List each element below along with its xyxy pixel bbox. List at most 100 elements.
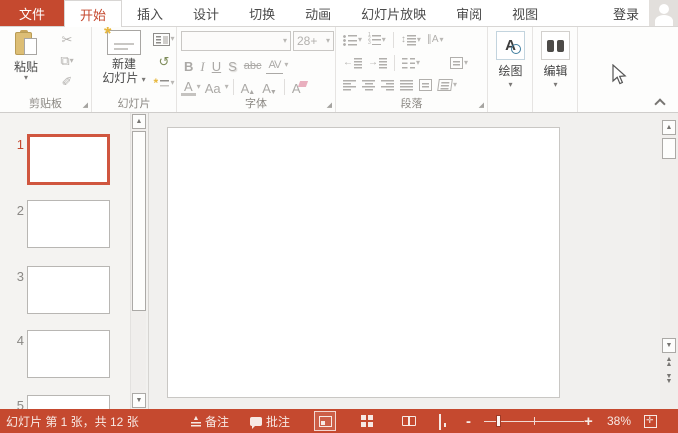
reading-view-button[interactable]	[398, 411, 420, 431]
scrollbar-thumb[interactable]	[662, 138, 676, 159]
new-slide-caret[interactable]: ▾	[142, 75, 146, 84]
zoom-percentage[interactable]: 38%	[602, 409, 636, 433]
drawing-group: A 绘图 ▾	[488, 27, 533, 112]
tab-file[interactable]: 文件	[0, 0, 65, 26]
italic-button[interactable]: I	[197, 56, 207, 74]
tab-insert[interactable]: 插入	[122, 0, 178, 26]
decrease-font-size-button[interactable]: A ▼	[259, 78, 280, 96]
slide-thumbnail-3[interactable]	[27, 266, 110, 314]
paragraph-dialog-launcher[interactable]: ◢	[479, 102, 484, 109]
decrease-indent-button[interactable]: ←	[341, 57, 364, 70]
reset-slide-button[interactable]: ↺	[159, 52, 170, 70]
line-spacing-button[interactable]: ↕ ▾	[399, 34, 423, 47]
tab-animations[interactable]: 动画	[290, 0, 346, 26]
editing-button[interactable]: 编辑 ▾	[538, 31, 573, 89]
increase-indent-button[interactable]: →	[366, 57, 389, 70]
align-text-button[interactable]: ▾	[448, 56, 470, 70]
zoom-in-button[interactable]: +	[584, 409, 593, 433]
slide-thumbnail-2[interactable]	[27, 200, 110, 248]
fit-window-icon	[644, 414, 657, 428]
justify-button[interactable]	[398, 79, 415, 92]
new-slide-button[interactable]: * 新建 幻灯片 ▾	[98, 24, 150, 85]
columns-button[interactable]: ▾	[400, 57, 422, 70]
slide-sorter-button[interactable]	[356, 411, 378, 431]
bold-button[interactable]: B	[181, 56, 196, 74]
slide-number: 2	[16, 203, 24, 218]
canvas-scrollbar[interactable]: ▲ ▼ ▲ ▲ ▼ ▼	[660, 113, 678, 409]
bullets-button[interactable]: ▾	[341, 34, 364, 47]
align-left-button[interactable]	[341, 79, 358, 92]
slide-thumbnail-4[interactable]	[27, 330, 110, 378]
tab-design[interactable]: 设计	[178, 0, 234, 26]
slide-thumbnail-1[interactable]	[27, 134, 110, 185]
increase-font-size-button[interactable]: A ▲	[238, 78, 259, 96]
strikethrough-button[interactable]: abc	[241, 56, 265, 74]
numbering-button[interactable]: 1 2 3 ▾	[366, 33, 388, 46]
slide-number: 4	[16, 333, 24, 348]
user-avatar-icon[interactable]	[649, 0, 678, 26]
slide-canvas[interactable]	[167, 127, 560, 398]
tab-transitions[interactable]: 切换	[234, 0, 290, 26]
font-color-button[interactable]: A	[181, 78, 196, 96]
change-case-caret[interactable]: ▾	[225, 83, 229, 91]
paste-button[interactable]: 粘贴 ▾	[7, 30, 45, 82]
smartart-icon	[437, 79, 453, 91]
layout-button[interactable]: ▾	[153, 30, 175, 48]
character-spacing-button[interactable]: AV	[265, 56, 284, 74]
previous-slide-button[interactable]: ▲ ▲	[663, 356, 675, 367]
text-shadow-button[interactable]: S	[225, 56, 240, 74]
zoom-slider[interactable]	[484, 409, 584, 433]
cut-button[interactable]: ✂	[50, 31, 84, 49]
paste-dropdown-caret[interactable]: ▾	[24, 74, 28, 82]
change-case-button[interactable]: Aa	[202, 78, 224, 96]
editing-caret[interactable]: ▾	[553, 81, 557, 89]
text-direction-button[interactable]: ∥A ▾	[425, 34, 446, 46]
slides-group: * 新建 幻灯片 ▾ ▾ ↺ ▾ 幻灯片	[92, 24, 177, 112]
convert-smartart-button[interactable]: ▾	[436, 78, 459, 92]
next-slide-button[interactable]: ▼ ▼	[663, 373, 675, 384]
tab-home[interactable]: 开始	[64, 0, 123, 27]
fit-slide-to-window-button[interactable]	[644, 409, 657, 433]
font-name-combobox[interactable]: ▾	[181, 31, 291, 51]
font-dialog-launcher[interactable]: ◢	[327, 102, 332, 109]
underline-button[interactable]: U	[209, 56, 224, 74]
tab-slideshow[interactable]: 幻灯片放映	[346, 0, 441, 26]
align-center-icon	[362, 79, 375, 91]
slide-thumbnail-panel: 1 2 3 4 5	[0, 113, 130, 409]
align-center-button[interactable]	[360, 79, 377, 92]
workspace: 1 2 3 4 5 ▲ ▼ ▲ ▼ ▲ ▲ ▼ ▼	[0, 113, 678, 409]
editing-group: 编辑 ▾	[533, 27, 578, 112]
comments-button[interactable]: 批注	[250, 409, 290, 433]
section-button[interactable]: ▾	[153, 74, 175, 92]
sign-in-link[interactable]: 登录	[603, 4, 649, 23]
font-color-caret[interactable]: ▾	[197, 83, 201, 91]
status-bar: 幻灯片 第 1 张，共 12 张 ▲ 备注 批注 - + 38%	[0, 409, 678, 433]
drawing-button[interactable]: A 绘图 ▾	[493, 31, 528, 89]
clear-formatting-button[interactable]: A	[289, 78, 304, 96]
zoom-out-button[interactable]: -	[466, 409, 471, 433]
copy-button[interactable]: ⧉ ▾	[50, 52, 84, 70]
slideshow-button[interactable]	[434, 411, 456, 431]
notes-button[interactable]: ▲ 备注	[191, 409, 229, 433]
distribute-text-button[interactable]	[417, 78, 434, 92]
normal-view-button[interactable]	[314, 411, 336, 431]
scroll-up-button[interactable]: ▲	[132, 114, 146, 129]
scroll-down-button[interactable]: ▼	[132, 393, 146, 408]
character-spacing-caret[interactable]: ▾	[284, 61, 288, 69]
align-right-button[interactable]	[379, 79, 396, 92]
collapse-ribbon-button[interactable]	[655, 97, 664, 106]
format-painter-button[interactable]: ✐	[50, 73, 84, 91]
zoom-slider-thumb[interactable]	[496, 415, 501, 427]
status-slide-indicator: 幻灯片 第 1 张，共 12 张	[6, 414, 139, 429]
font-size-combobox[interactable]: 28+ ▾	[293, 31, 334, 51]
tab-view[interactable]: 视图	[497, 0, 553, 26]
scrollbar-thumb[interactable]	[132, 131, 146, 311]
drawing-caret[interactable]: ▾	[508, 81, 512, 89]
tab-review[interactable]: 审阅	[441, 0, 497, 26]
clipboard-dialog-launcher[interactable]: ◢	[83, 102, 88, 109]
slideshow-icon	[438, 414, 452, 430]
thumbnails-scrollbar[interactable]: ▲ ▼	[130, 113, 146, 409]
slide-thumbnail-5[interactable]	[27, 395, 110, 409]
scroll-down-button[interactable]: ▼	[662, 338, 676, 353]
scroll-up-button[interactable]: ▲	[662, 120, 676, 135]
